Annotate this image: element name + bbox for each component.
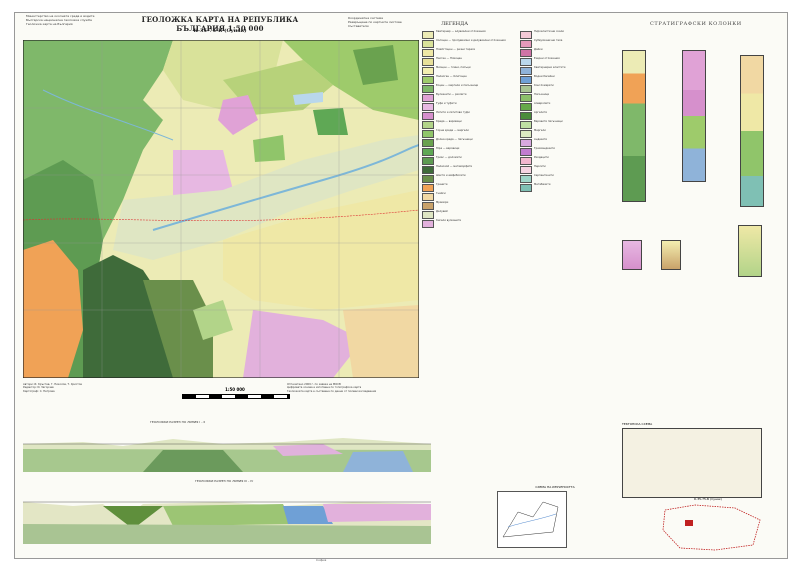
structural-sketch <box>622 428 762 498</box>
index-map-title: СХЕМА НА ИЗУЧЕНОСТТА <box>535 485 575 489</box>
geological-map[interactable] <box>23 40 419 378</box>
legend-item: Гранити <box>422 183 522 192</box>
legend-item: Горна креда — мергели <box>422 129 522 138</box>
sheet-code: К-35-75-Б (Сунак) <box>193 28 247 34</box>
legend-item: Андезити <box>520 138 620 147</box>
legend-item: Вулканити — риолити <box>422 93 522 102</box>
legend-item: Кватернерни кластити <box>520 66 620 75</box>
legend-item: Латити и латитови туфи <box>422 111 522 120</box>
legend-item: Триас — доломити <box>422 156 522 165</box>
legend-item: Юра — варовици <box>422 147 522 156</box>
legend-item: Метабазити <box>520 183 620 192</box>
legend-item: Субвулканични тела <box>520 39 620 48</box>
legend-item: Мрамори <box>422 201 522 210</box>
legend-item: Креда — варовици <box>422 120 522 129</box>
structural-sketch-title: ТЕКТОНСКА СХЕМА <box>622 422 653 426</box>
index-map <box>497 491 567 548</box>
scale-bar <box>182 394 290 399</box>
legend-item: Варовити пясъчници <box>520 120 620 129</box>
legend-item: Серпентинити <box>520 174 620 183</box>
legend-item: Кватернер — алувиални отложения <box>422 30 522 39</box>
legend-item: Туфи и туфити <box>422 102 522 111</box>
legend-item: Риодацити <box>520 156 620 165</box>
bulgaria-locator-map <box>662 504 761 551</box>
legend-item: Плейстоцен — речни тераси <box>422 48 522 57</box>
legend-item: Мергели <box>520 129 620 138</box>
legend-item: Делувий <box>422 210 522 219</box>
legend-item: Палеозой — метаморфити <box>422 165 522 174</box>
legend-item: Неоген — Плиоцен <box>422 57 522 66</box>
scale-label: 1:50 000 <box>225 387 245 392</box>
legend-item: Езерни отложения <box>520 57 620 66</box>
publisher-block: Министерство на околната среда и водите … <box>26 14 95 26</box>
legend-item: Холоцен — пролувиални и делувиални отлож… <box>422 39 522 48</box>
legend-item: Трахиандезити <box>520 147 620 156</box>
legend-item: Дайки <box>520 48 620 57</box>
cross-section-1 <box>23 438 431 472</box>
legend-item: Гнайси <box>422 192 522 201</box>
legend-item: Шисти и амфиболити <box>422 174 522 183</box>
legend-item: Еоцен — мергели и пясъчници <box>422 84 522 93</box>
legend-item: Перлити <box>520 165 620 174</box>
legend-title: ЛЕГЕНДА <box>441 21 468 27</box>
legend-item: Пясъчници <box>520 93 620 102</box>
legend-item: Конгломерати <box>520 84 620 93</box>
legend-item: Миоцен — глини, пясъци <box>422 66 522 75</box>
legend-item: Водни басейни <box>520 75 620 84</box>
footer-note: София <box>316 558 327 562</box>
legend-column-1: Кватернер — алувиални отложения Холоцен … <box>422 30 522 228</box>
authors-note: Автори: И. Кръстев, Г. Николов, Т. Христ… <box>23 383 82 393</box>
legend-item: Кисели вулканити <box>422 219 522 228</box>
header-right-notes: Координатна система Развръщане по картни… <box>348 16 402 28</box>
legend-item: Пирокластични скали <box>520 30 620 39</box>
section-2-title: ГЕОЛОЖКИ РАЗРЕЗ ПО ЛИНИЯ III – IV <box>195 479 254 483</box>
stratigraphy-title: СТРАТИГРАФСКИ КОЛОНКИ <box>650 21 742 27</box>
legend-item: Палеоген — Олигоцен <box>422 75 522 84</box>
legend-item: Алевролити <box>520 102 620 111</box>
legend-column-2: Пирокластични скали Субвулканични тела Д… <box>520 30 620 192</box>
cross-section-2 <box>23 501 431 544</box>
edition-note: Отпечатано 2009 г. по заявка на МОСВ Циф… <box>287 383 377 393</box>
legend-item: Долна креда — пясъчници <box>422 138 522 147</box>
legend-item: Аргилити <box>520 111 620 120</box>
